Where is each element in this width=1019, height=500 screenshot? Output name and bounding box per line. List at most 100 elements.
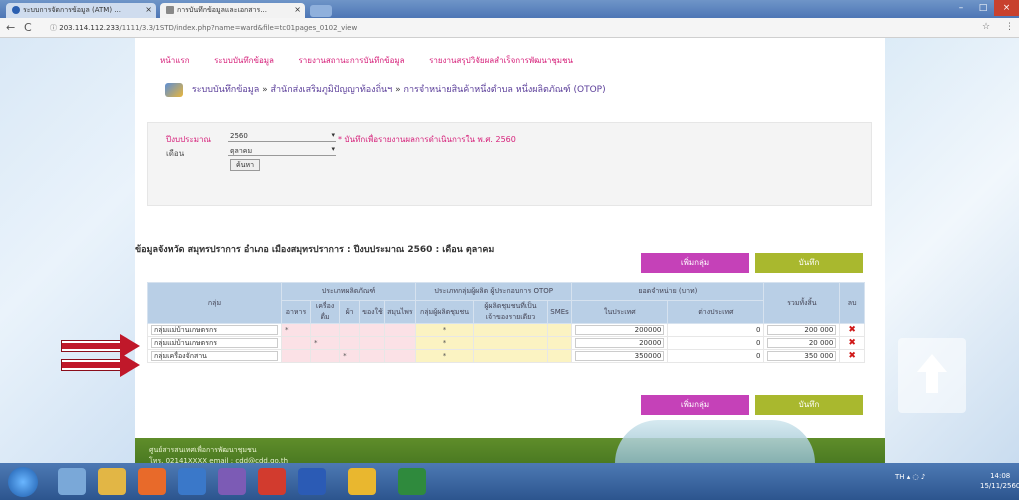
- word-icon[interactable]: [298, 468, 326, 495]
- bookmark-star-icon[interactable]: ☆: [982, 22, 990, 32]
- annotation-arrow-icon: [62, 334, 140, 358]
- type-radio[interactable]: *: [414, 336, 475, 350]
- add-group-button-bottom[interactable]: เพิ่มกลุ่ม: [641, 395, 749, 415]
- type-radio[interactable]: *: [414, 323, 475, 337]
- subheader-community: กลุ่มผู้ผลิตชุมชน: [414, 300, 475, 324]
- system-tray: TH ▴ ◌ ♪: [895, 473, 926, 481]
- browser-tab-1[interactable]: ระบบการจัดการข้อมูล (ATM) ... ×: [6, 3, 156, 18]
- breadcrumb-item[interactable]: สำนักส่งเสริมภูมิปัญญาท้องถิ่นฯ: [271, 85, 393, 95]
- type-radio[interactable]: [546, 336, 573, 350]
- category-radio[interactable]: *: [280, 323, 312, 337]
- save-button-bottom[interactable]: บันทึก: [755, 395, 863, 415]
- top-menu: หน้าแรก ระบบบันทึกข้อมูล รายงานสถานะการบ…: [160, 54, 595, 67]
- excel-icon[interactable]: [398, 468, 426, 495]
- new-tab-button[interactable]: [310, 5, 332, 17]
- table-row: กลุ่มแม่บ้านเกษตรกร * * 20000 0 20 000 ✖: [147, 336, 865, 350]
- browser-tab-2[interactable]: การบันทึกข้อมูลและเอกสาร... ×: [160, 3, 305, 18]
- add-group-button[interactable]: เพิ่มกลุ่ม: [641, 253, 749, 273]
- month-label: เดือน: [166, 149, 185, 158]
- col-header-delete: ลบ: [839, 282, 865, 324]
- subheader-herbs: สมุนไพร: [383, 300, 417, 324]
- data-table: กลุ่ม ประเภทผลิตภัณฑ์ ประเภทกลุ่มผู้ผลิต…: [147, 282, 865, 363]
- language-indicator[interactable]: TH: [895, 473, 905, 481]
- category-radio[interactable]: [383, 349, 417, 363]
- menu-item-status-report[interactable]: รายงานสถานะการบันทึกข้อมูล: [299, 56, 405, 65]
- reload-icon[interactable]: C: [24, 21, 32, 34]
- domestic-sales-input[interactable]: 20000: [575, 338, 665, 348]
- url-input[interactable]: ⓘ 203.114.112.233/1111/3.3/1STD/index.ph…: [50, 21, 950, 35]
- delete-row-icon[interactable]: ✖: [839, 323, 865, 337]
- category-radio[interactable]: [339, 336, 361, 350]
- col-header-total: รวมทั้งสิ้น: [763, 282, 841, 324]
- delete-row-icon[interactable]: ✖: [839, 336, 865, 350]
- category-radio[interactable]: [280, 336, 312, 350]
- type-radio[interactable]: *: [414, 349, 475, 363]
- subheader-foreign: ต่างประเทศ: [667, 300, 765, 324]
- domestic-sales-input[interactable]: 200000: [575, 325, 665, 335]
- category-radio[interactable]: [310, 349, 341, 363]
- scroll-top-arrow-icon[interactable]: [898, 338, 966, 413]
- type-radio[interactable]: [546, 323, 573, 337]
- save-button[interactable]: บันทึก: [755, 253, 863, 273]
- subheader-food: อาหาร: [280, 300, 312, 324]
- menu-item-record[interactable]: ระบบบันทึกข้อมูล: [214, 56, 274, 65]
- domestic-sales-input[interactable]: 350000: [575, 351, 665, 361]
- month-select-value: ตุลาคม: [230, 147, 253, 155]
- background-right: [885, 38, 1019, 463]
- group-name-input[interactable]: กลุ่มเครื่องจักสาน: [151, 351, 278, 361]
- category-radio[interactable]: [339, 323, 361, 337]
- delete-row-icon[interactable]: ✖: [839, 349, 865, 363]
- minimize-icon[interactable]: –: [950, 0, 972, 16]
- menu-item-home[interactable]: หน้าแรก: [160, 56, 190, 65]
- category-radio[interactable]: [383, 323, 417, 337]
- breadcrumb: ระบบบันทึกข้อมูล » สำนักส่งเสริมภูมิปัญญ…: [165, 82, 606, 97]
- year-select[interactable]: 2560: [228, 131, 336, 142]
- clock-time: 14:08: [990, 472, 1011, 480]
- app-icon[interactable]: [218, 468, 246, 495]
- year-label: ปีงบประมาณ: [166, 135, 211, 144]
- total-value: 350 000: [767, 351, 837, 361]
- group-name-input[interactable]: กลุ่มแม่บ้านเกษตรกร: [151, 338, 278, 348]
- type-radio[interactable]: [473, 323, 548, 337]
- start-button[interactable]: [8, 467, 38, 497]
- category-radio[interactable]: *: [310, 336, 341, 350]
- category-radio[interactable]: *: [339, 349, 361, 363]
- tab-close-icon[interactable]: ×: [294, 5, 301, 14]
- menu-dots-icon[interactable]: ⋮: [1005, 22, 1014, 32]
- foreign-sales-value[interactable]: 0: [667, 323, 765, 337]
- category-radio[interactable]: [359, 349, 385, 363]
- foreign-sales-value[interactable]: 0: [667, 349, 765, 363]
- maximize-icon[interactable]: □: [972, 0, 994, 16]
- month-select[interactable]: ตุลาคม: [228, 145, 336, 156]
- browser-tab-bar: ระบบการจัดการข้อมูล (ATM) ... × การบันทึ…: [0, 0, 1019, 18]
- breadcrumb-item[interactable]: ระบบบันทึกข้อมูล: [192, 85, 259, 95]
- app-icon[interactable]: [178, 468, 206, 495]
- taskbar: TH ▴ ◌ ♪ 14:08 15/11/2560: [0, 463, 1019, 500]
- type-radio[interactable]: [473, 336, 548, 350]
- type-radio[interactable]: [546, 349, 573, 363]
- clock[interactable]: 14:08 15/11/2560: [980, 471, 1019, 491]
- category-radio[interactable]: [310, 323, 341, 337]
- category-radio[interactable]: [383, 336, 417, 350]
- ie-icon[interactable]: [58, 468, 86, 495]
- group-name-input[interactable]: กลุ่มแม่บ้านเกษตรกร: [151, 325, 278, 335]
- category-radio[interactable]: [359, 336, 385, 350]
- category-radio[interactable]: [359, 323, 385, 337]
- type-radio[interactable]: [473, 349, 548, 363]
- background-left: [0, 38, 135, 463]
- media-player-icon[interactable]: [138, 468, 166, 495]
- firefox-icon[interactable]: [258, 468, 286, 495]
- chrome-icon[interactable]: [348, 468, 376, 495]
- folder-icon[interactable]: [98, 468, 126, 495]
- search-button[interactable]: ค้นหา: [230, 159, 261, 171]
- subheader-utensils: ของใช้: [359, 300, 385, 324]
- tab-label: การบันทึกข้อมูลและเอกสาร...: [177, 6, 267, 14]
- subheader-drinks: เครื่องดื่ม: [310, 300, 341, 324]
- menu-item-summary-report[interactable]: รายงานสรุปวิจัยผลสำเร็จการพัฒนาชุมชน: [429, 56, 573, 65]
- category-radio[interactable]: [280, 349, 312, 363]
- back-arrow-icon[interactable]: ←: [6, 21, 15, 34]
- web-page: หน้าแรก ระบบบันทึกข้อมูล รายงานสถานะการบ…: [135, 38, 885, 465]
- foreign-sales-value[interactable]: 0: [667, 336, 765, 350]
- window-close-icon[interactable]: ×: [994, 0, 1019, 16]
- tab-close-icon[interactable]: ×: [145, 5, 152, 14]
